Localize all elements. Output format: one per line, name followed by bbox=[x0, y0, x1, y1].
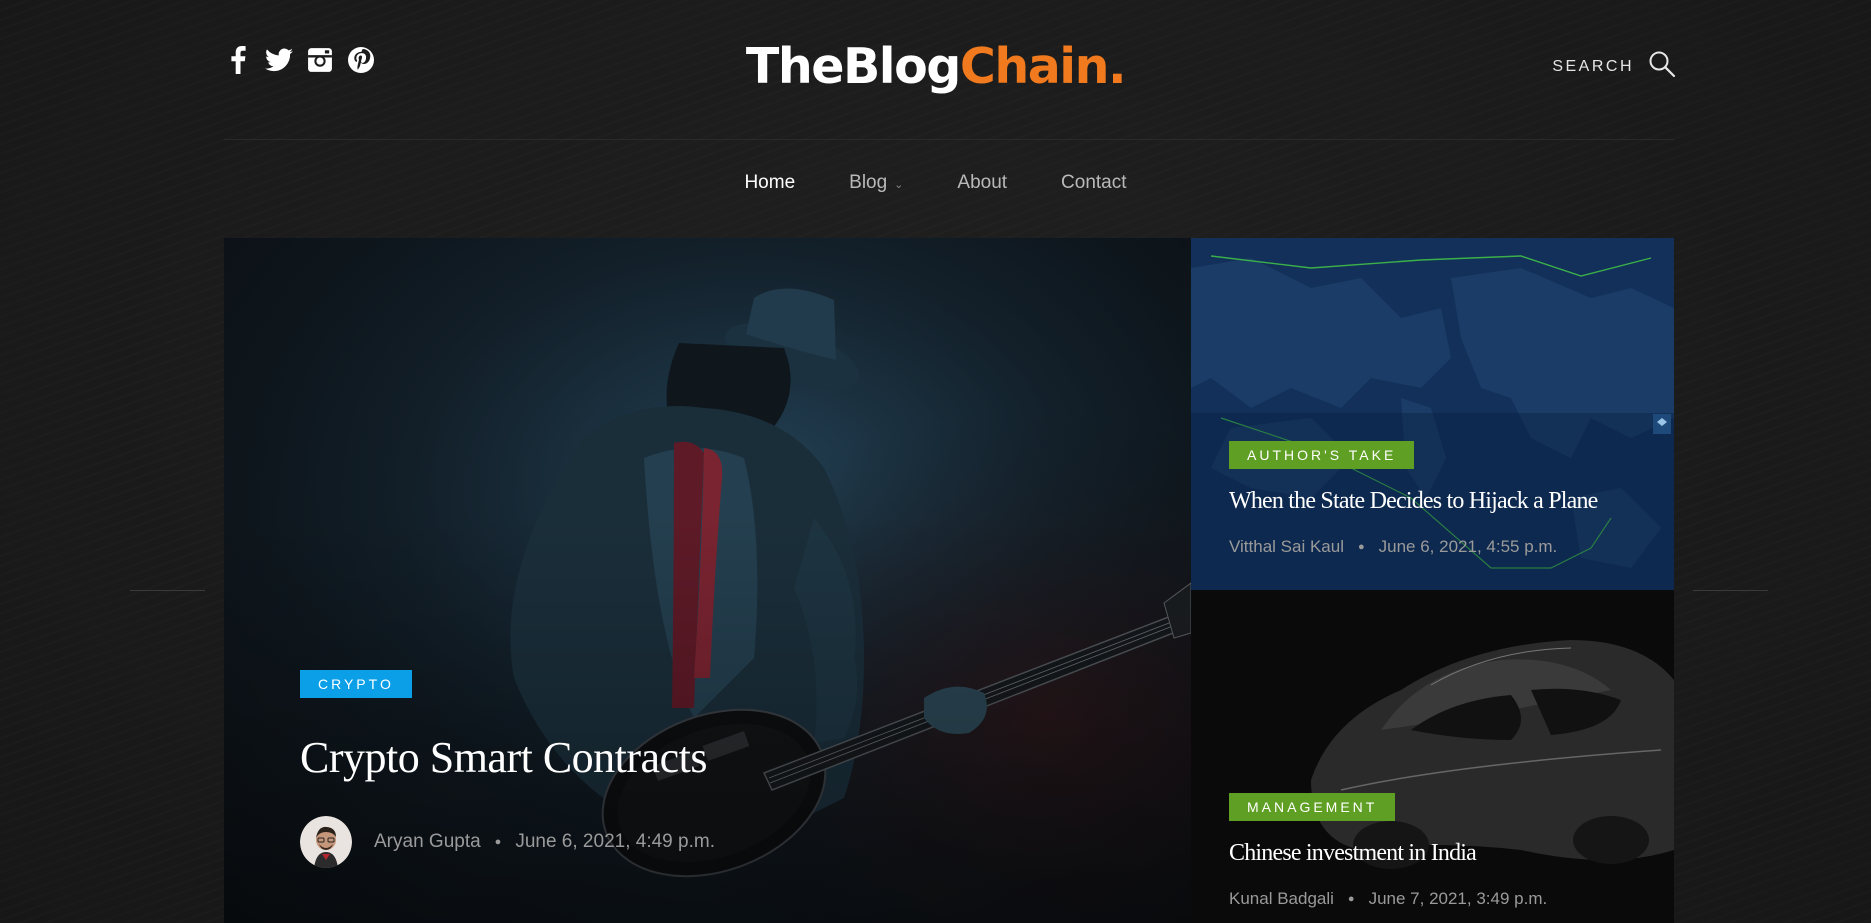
logo-text-primary: TheBlog bbox=[745, 38, 961, 95]
card-post-title[interactable]: When the State Decides to Hijack a Plane bbox=[1229, 488, 1598, 515]
card-author-name[interactable]: Vitthal Sai Kaul bbox=[1229, 537, 1344, 557]
search-button[interactable]: SEARCH bbox=[1552, 50, 1676, 83]
featured-author-name[interactable]: Aryan Gupta bbox=[374, 831, 481, 853]
left-decorative-line bbox=[130, 590, 205, 591]
nav-label-about: About bbox=[957, 172, 1008, 193]
nav-item-home[interactable]: Home bbox=[717, 172, 822, 194]
card-post-meta: Vitthal Sai Kaul ● June 6, 2021, 4:55 p.… bbox=[1229, 537, 1557, 557]
card-post-date: June 6, 2021, 4:55 p.m. bbox=[1378, 537, 1558, 556]
header-divider bbox=[224, 139, 1674, 140]
nav-item-about[interactable]: About bbox=[930, 172, 1034, 194]
meta-separator: ● bbox=[1357, 541, 1365, 553]
nav-item-blog[interactable]: Blog ⌄ bbox=[822, 172, 930, 194]
meta-separator: ● bbox=[494, 836, 502, 848]
card-author-name[interactable]: Kunal Badgali bbox=[1229, 889, 1334, 909]
search-icon bbox=[1648, 50, 1676, 83]
featured-post[interactable]: CRYPTO Crypto Smart Contracts Aryan Gupt… bbox=[224, 238, 1191, 923]
right-decorative-line bbox=[1693, 590, 1768, 591]
chevron-down-icon: ⌄ bbox=[894, 178, 904, 191]
post-card-hijack[interactable]: AUTHOR'S TAKE When the State Decides to … bbox=[1191, 238, 1674, 590]
card-post-meta: Kunal Badgali ● June 7, 2021, 3:49 p.m. bbox=[1229, 889, 1547, 909]
nav-label-contact: Contact bbox=[1061, 172, 1127, 193]
card-category-badge[interactable]: MANAGEMENT bbox=[1229, 793, 1396, 821]
card-post-title[interactable]: Chinese investment in India bbox=[1229, 840, 1477, 867]
nav-label-blog: Blog bbox=[849, 172, 888, 193]
meta-separator: ● bbox=[1347, 893, 1355, 905]
logo-text-accent: Chain. bbox=[959, 38, 1127, 95]
card-category-badge[interactable]: AUTHOR'S TAKE bbox=[1229, 441, 1415, 469]
post-card-china[interactable]: MANAGEMENT Chinese investment in India K… bbox=[1191, 590, 1674, 923]
card-post-date: June 7, 2021, 3:49 p.m. bbox=[1368, 889, 1548, 908]
site-header: TheBlogChain. SEARCH bbox=[0, 0, 1871, 140]
search-label: SEARCH bbox=[1552, 57, 1634, 75]
featured-post-date: June 6, 2021, 4:49 p.m. bbox=[515, 831, 715, 852]
nav-item-contact[interactable]: Contact bbox=[1034, 172, 1153, 194]
car-image bbox=[1191, 590, 1674, 923]
nav-label-home: Home bbox=[744, 172, 796, 193]
featured-post-title[interactable]: Crypto Smart Contracts bbox=[300, 732, 707, 783]
featured-category-badge[interactable]: CRYPTO bbox=[300, 670, 412, 698]
featured-post-meta: Aryan Gupta ● June 6, 2021, 4:49 p.m. bbox=[300, 816, 715, 868]
main-nav: Home Blog ⌄ About Contact bbox=[0, 172, 1871, 194]
author-avatar[interactable] bbox=[300, 816, 352, 868]
